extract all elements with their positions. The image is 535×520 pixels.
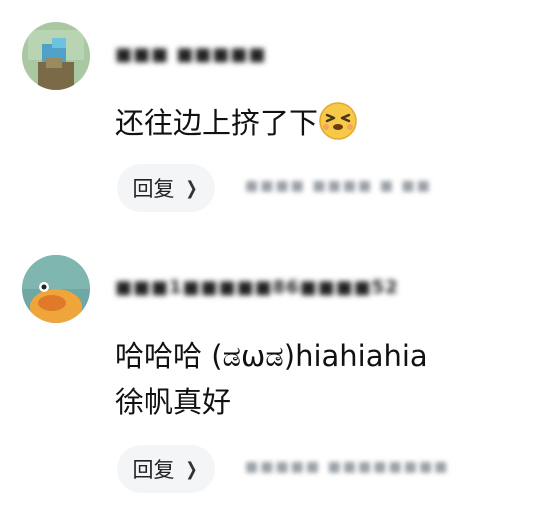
chevron-right-icon: ❯ — [185, 177, 199, 199]
comment-meta: ■■■■ ■■■■ ■ ■■ — [245, 178, 432, 194]
comment-item: ■■■ ■■■■■ 还往边上挤了下 回复 ❯ ■■■■ ■■■■ ■ ■■ — [0, 0, 535, 235]
comment-meta: ■■■■■ ■■■■■■■■ — [245, 459, 450, 475]
avatar-image — [22, 255, 90, 323]
username[interactable]: ■■■1■■■■■86■■■■52 — [115, 277, 399, 303]
comment-item: ■■■1■■■■■86■■■■52 哈哈哈 (ಡωಡ)hiahiahia 徐帆真… — [0, 235, 535, 520]
avatar[interactable] — [22, 255, 90, 323]
avatar[interactable] — [22, 22, 90, 90]
comment-text: 还往边上挤了下 — [115, 100, 358, 146]
reply-label: 回复 — [132, 177, 175, 201]
avatar-image — [22, 22, 90, 90]
laugh-squint-emoji-icon — [319, 102, 357, 140]
comment-text-line: 哈哈哈 (ಡωಡ)hiahiahia — [115, 339, 428, 373]
reply-button[interactable]: 回复 ❯ — [117, 445, 215, 493]
chevron-right-icon: ❯ — [185, 458, 199, 480]
username[interactable]: ■■■ ■■■■■ — [115, 44, 266, 70]
reply-label: 回复 — [132, 458, 175, 482]
comment-text-body: 还往边上挤了下 — [115, 106, 319, 140]
comment-text-line: 徐帆真好 — [115, 385, 232, 419]
comment-text: 哈哈哈 (ಡωಡ)hiahiahia 徐帆真好 — [115, 333, 428, 425]
reply-button[interactable]: 回复 ❯ — [117, 164, 215, 212]
